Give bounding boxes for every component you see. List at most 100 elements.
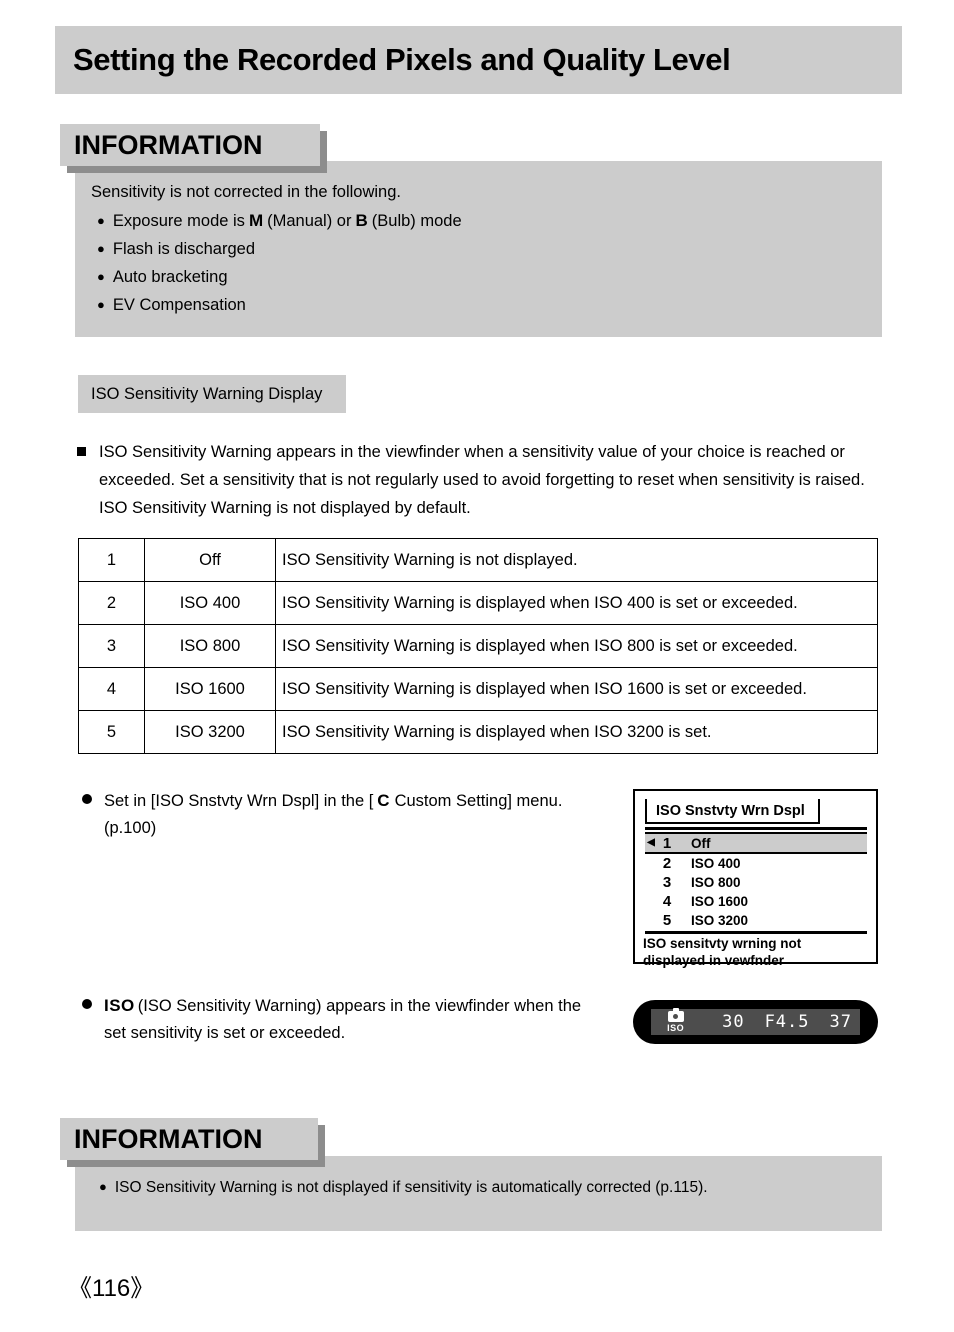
table-cell-number: 4 <box>78 667 145 711</box>
list-item: ● ISO Sensitivity Warning is not display… <box>99 1179 708 1197</box>
information-header-bottom: INFORMATION <box>60 1118 318 1160</box>
lcd-menu-illustration: ISO Snstvty Wrn Dspl ◀ 1 Off 2 ISO 400 3… <box>633 789 878 968</box>
bulb-mode-glyph: B <box>355 211 368 230</box>
lcd-item-number: 3 <box>662 874 672 891</box>
table-cell-desc: ISO Sensitivity Warning is displayed whe… <box>275 667 878 711</box>
table-cell-number: 1 <box>78 538 145 582</box>
table-cell-value: Off <box>144 538 276 582</box>
table-body: 1 Off ISO Sensitivity Warning is not dis… <box>78 538 878 754</box>
table-cell-value: ISO 3200 <box>144 710 276 754</box>
table-cell-number: 2 <box>78 581 145 625</box>
bullet-dot-icon <box>82 794 92 804</box>
table-row: 1 Off ISO Sensitivity Warning is not dis… <box>78 538 878 582</box>
table-cell-desc: ISO Sensitivity Warning is displayed whe… <box>275 710 878 754</box>
table-row: 2 ISO 400 ISO Sensitivity Warning is dis… <box>78 581 878 625</box>
viewfinder-aperture: F4.5 <box>764 1012 810 1032</box>
iso-warning-table: 1 Off ISO Sensitivity Warning is not dis… <box>78 538 878 754</box>
lcd-item-label: ISO 400 <box>691 856 741 871</box>
bullet-viewfinder-text: ISO (ISO Sensitivity Warning) appears in … <box>82 992 602 1047</box>
list-item-label: Auto bracketing <box>112 268 228 286</box>
lcd-menu-tab: ISO Snstvty Wrn Dspl <box>645 799 820 824</box>
information-header-label: INFORMATION <box>74 1123 263 1154</box>
bullet-set-in-menu: Set in [ISO Snstvty Wrn Dspl] in the [C C… <box>82 787 602 842</box>
table-row: 4 ISO 1600 ISO Sensitivity Warning is di… <box>78 667 878 711</box>
page-title-bar: Setting the Recorded Pixels and Quality … <box>55 26 902 94</box>
information-bottom-label: ISO Sensitivity Warning is not displayed… <box>114 1179 708 1196</box>
lcd-menu-option-list: ◀ 1 Off 2 ISO 400 3 ISO 800 4 ISO 1600 5… <box>645 832 867 930</box>
selection-arrow-icon: ◀ <box>647 837 655 848</box>
bullet-viewfinder-warning: ISO (ISO Sensitivity Warning) appears in … <box>82 992 602 1047</box>
information-header-top: INFORMATION <box>60 124 320 166</box>
information-header-label: INFORMATION <box>74 129 263 160</box>
manual-mode-glyph: M <box>248 211 264 230</box>
viewfinder-shutter-speed: 30 <box>722 1012 745 1032</box>
information-lead-text: Sensitivity is not corrected in the foll… <box>91 183 401 201</box>
lcd-item-number: 4 <box>662 893 672 910</box>
lcd-menu-item-iso3200[interactable]: 5 ISO 3200 <box>645 911 867 930</box>
lcd-help-line-2: displayed in vewfnder <box>643 953 785 968</box>
table-row: 3 ISO 800 ISO Sensitivity Warning is dis… <box>78 624 878 668</box>
bullet-dot-icon: ● <box>99 1179 107 1194</box>
custom-setting-glyph: C <box>377 791 390 810</box>
information-box-bottom: ● ISO Sensitivity Warning is not display… <box>75 1156 882 1231</box>
table-cell-desc: ISO Sensitivity Warning is displayed whe… <box>275 581 878 625</box>
list-item: ● EV Compensation <box>97 296 462 315</box>
set-in-part1: Set in [ISO Snstvty Wrn Dspl] in the [ <box>104 792 374 810</box>
lcd-menu-tab-title: ISO Snstvty Wrn Dspl <box>656 802 805 819</box>
list-item-label: Flash is discharged <box>112 240 256 258</box>
lcd-bottom-divider <box>645 931 867 934</box>
lcd-item-number: 1 <box>662 834 672 852</box>
section-heading-label: ISO Sensitivity Warning Display <box>91 384 323 403</box>
table-cell-value: ISO 400 <box>144 581 276 625</box>
viewfinder-readout-bar: ISO 30 F4.5 37 <box>651 1008 860 1035</box>
bullet-dot-icon: ● <box>97 297 105 312</box>
lcd-item-label: ISO 3200 <box>691 913 749 928</box>
lcd-top-divider <box>645 827 867 830</box>
lcd-item-label: ISO 1600 <box>691 894 749 909</box>
set-in-page-ref: (p.100) <box>104 819 157 837</box>
list-item-label: EV Compensation <box>112 296 246 314</box>
lcd-item-number: 2 <box>662 855 672 872</box>
list-item: ● Auto bracketing <box>97 268 462 287</box>
lcd-menu-item-iso1600[interactable]: 4 ISO 1600 <box>645 892 867 911</box>
information-box-top: Sensitivity is not corrected in the foll… <box>75 161 882 337</box>
lcd-menu-item-off[interactable]: ◀ 1 Off <box>645 832 867 854</box>
section-heading-box: ISO Sensitivity Warning Display <box>78 375 346 413</box>
square-bullet-icon <box>77 447 86 456</box>
table-cell-desc: ISO Sensitivity Warning is displayed whe… <box>275 624 878 668</box>
exposure-mode-prefix: Exposure mode is <box>112 212 245 230</box>
table-cell-desc: ISO Sensitivity Warning is not displayed… <box>275 538 878 582</box>
bullet-set-in-text: Set in [ISO Snstvty Wrn Dspl] in the [C C… <box>82 787 602 842</box>
iso-warning-glyph: ISO <box>104 996 135 1015</box>
exposure-mode-mid: (Manual) or <box>267 212 352 230</box>
bullet-dot-icon: ● <box>97 213 105 228</box>
list-item: ● Flash is discharged <box>97 240 462 259</box>
set-in-part2: Custom Setting] menu. <box>394 792 563 810</box>
exposure-mode-suffix: (Bulb) mode <box>371 212 462 230</box>
lcd-help-text: ISO sensitvty wrning not displayed in ve… <box>643 935 871 969</box>
bullet-dot-icon <box>82 999 92 1009</box>
information-bullet-list: ● Exposure mode is M (Manual) or B (Bulb… <box>97 211 462 324</box>
table-cell-value: ISO 800 <box>144 624 276 668</box>
table-cell-number: 3 <box>78 624 145 668</box>
page-number: 《116》 <box>68 1275 155 1302</box>
iso-warning-camera-icon: ISO <box>667 1008 685 1033</box>
section-intro-text: ISO Sensitivity Warning appears in the v… <box>99 443 865 517</box>
list-item: ● Exposure mode is M (Manual) or B (Bulb… <box>97 211 462 231</box>
bullet-dot-icon: ● <box>97 269 105 284</box>
lcd-item-label: ISO 800 <box>691 875 741 890</box>
lcd-help-line-1: ISO sensitvty wrning not <box>643 936 802 951</box>
viewfinder-iso-label: ISO <box>667 1023 685 1033</box>
viewfinder-illustration: ISO 30 F4.5 37 <box>633 1000 878 1044</box>
page-title: Setting the Recorded Pixels and Quality … <box>73 42 731 77</box>
table-cell-value: ISO 1600 <box>144 667 276 711</box>
bullet-dot-icon: ● <box>97 241 105 256</box>
lcd-item-label: Off <box>691 835 711 851</box>
section-intro-paragraph: ISO Sensitivity Warning appears in the v… <box>77 438 882 522</box>
lcd-item-number: 5 <box>662 912 672 929</box>
viewfinder-warning-label: (ISO Sensitivity Warning) appears in the… <box>104 997 582 1042</box>
viewfinder-frame-count: 37 <box>829 1012 852 1032</box>
table-cell-number: 5 <box>78 710 145 754</box>
lcd-menu-item-iso800[interactable]: 3 ISO 800 <box>645 873 867 892</box>
lcd-menu-item-iso400[interactable]: 2 ISO 400 <box>645 854 867 873</box>
